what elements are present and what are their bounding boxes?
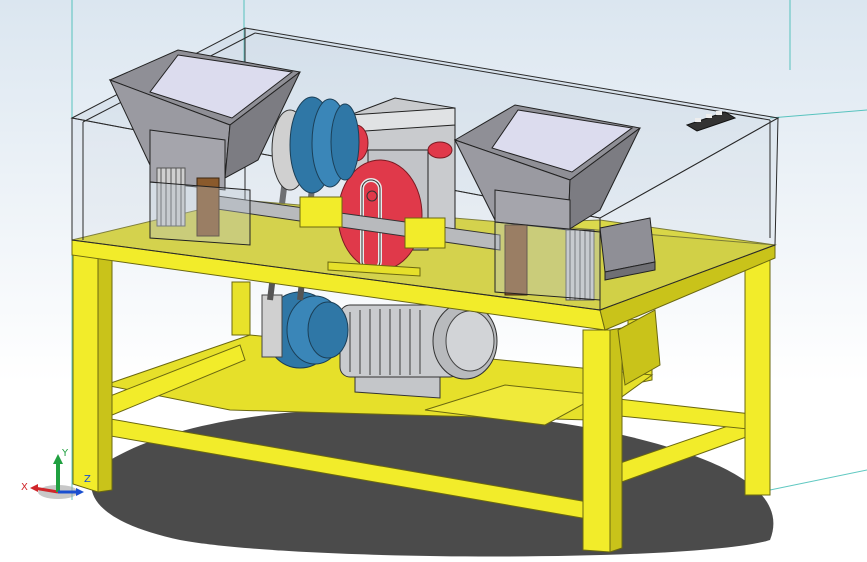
cad-model-scene[interactable] (0, 0, 867, 562)
view-triad[interactable]: X Y Z (18, 440, 98, 510)
triad-y-label: Y (61, 448, 69, 459)
triad-x-label: X (21, 482, 28, 493)
upper-pulley (271, 96, 360, 194)
graphics-viewport[interactable]: X Y Z (0, 0, 867, 562)
triad-x-arrow-icon (30, 484, 38, 492)
triad-z-arrow-icon (76, 488, 84, 496)
triad-z-label: Z (84, 474, 91, 485)
